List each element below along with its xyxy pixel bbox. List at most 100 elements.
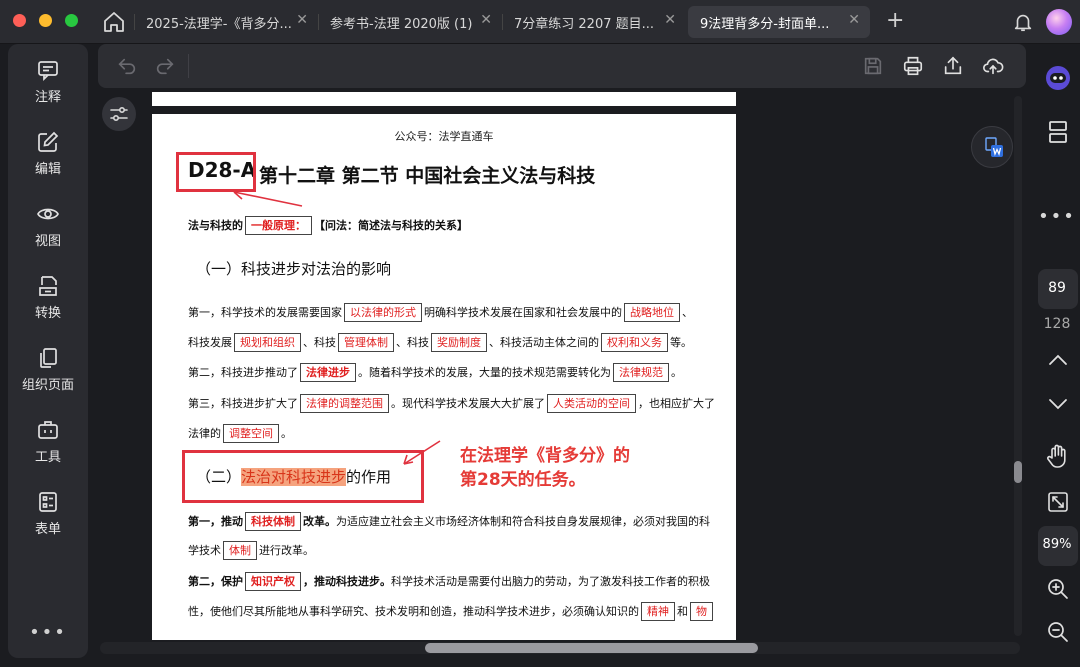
horizontal-scroll-thumb[interactable] [425, 643, 758, 653]
more-options-button[interactable]: ••• [1034, 206, 1080, 227]
keyword: 人类活动的空间 [547, 394, 636, 413]
arrow-annotation-icon [233, 189, 303, 207]
sidebar-item-organize-pages[interactable]: 组织页面 [8, 346, 88, 393]
keyword: 科技体制 [245, 512, 301, 531]
text: 进行改革。 [259, 544, 314, 557]
text: 。现代科学技术发展大大扩展了 [391, 397, 545, 410]
ai-assistant-button[interactable] [1038, 58, 1078, 98]
text: 科学技术活动是需要付出脑力的劳动，为了激发科技工作者的积极 [391, 575, 710, 588]
text: 、科技 [396, 336, 429, 349]
text: 第一，科学技术的发展需要国家 [188, 306, 342, 319]
more-options-button[interactable]: ••• [8, 622, 88, 643]
text: ，推动科技进步。 [303, 575, 391, 588]
tab-close-icon[interactable]: ✕ [480, 12, 492, 28]
maximize-window-button[interactable] [65, 14, 78, 27]
keyword: 奖励制度 [431, 333, 487, 352]
vertical-scroll-thumb[interactable] [1014, 461, 1022, 483]
close-window-button[interactable] [13, 14, 26, 27]
tab-label: 参考书-法理 2020版 (1) [330, 16, 473, 32]
keyword: 知识产权 [245, 572, 301, 591]
new-tab-button[interactable]: + [886, 9, 904, 33]
arrow-annotation-icon [403, 440, 441, 465]
view-settings-button[interactable] [102, 97, 136, 131]
tab-label: 9法理背多分-封面单... [700, 16, 830, 32]
tab-close-icon[interactable]: ✕ [296, 12, 308, 28]
layout-icon [1049, 121, 1067, 143]
avatar[interactable] [1046, 9, 1072, 35]
edit-icon [38, 131, 59, 152]
keyword: 管理体制 [338, 333, 394, 352]
convert-to-word-button[interactable] [971, 126, 1013, 168]
tab-1[interactable]: 2025-法理学-《背多分... ✕ [134, 6, 318, 38]
paragraph-line: 第二，科技进步推动了 法律进步 。随着科学技术的发展，大量的技术规范需要转化为 法律规… [188, 363, 682, 382]
robot-icon [1046, 66, 1070, 90]
sidebar-item-view[interactable]: 视图 [8, 202, 88, 249]
keyword: 法律规范 [613, 363, 669, 382]
tab-2[interactable]: 参考书-法理 2020版 (1) ✕ [318, 6, 502, 38]
text: 。 [281, 427, 292, 440]
tools-icon [38, 421, 58, 439]
note-line: 第28天的任务。 [460, 470, 586, 490]
text: ，也相应扩大了 [638, 397, 715, 410]
thumbnail-panel-button[interactable] [1038, 112, 1078, 152]
text: 和 [677, 605, 688, 618]
text: 、科技活动主体之间的 [489, 336, 599, 349]
sidebar-item-label: 组织页面 [21, 378, 74, 393]
keyword: 一般原理： [245, 216, 312, 235]
sidebar-item-edit[interactable]: 编辑 [8, 130, 88, 177]
paragraph-line: 性，使他们尽其所能地从事科学研究、技术发明和创造，推动科学技术进步，必须确认知识… [188, 602, 715, 621]
save-icon[interactable] [862, 55, 884, 77]
tab-close-icon[interactable]: ✕ [848, 12, 860, 28]
undo-icon[interactable] [116, 55, 138, 77]
text: 等。 [670, 336, 692, 349]
chapter-title: 第十二章 第二节 中国社会主义法与科技 [259, 165, 596, 187]
bell-icon[interactable] [1012, 11, 1034, 33]
sidebar-item-form[interactable]: 表单 [8, 490, 88, 537]
chevron-up-icon[interactable] [1038, 340, 1078, 380]
keyword: 精神 [641, 602, 675, 621]
tab-label: 2025-法理学-《背多分... [146, 16, 292, 32]
tab-close-icon[interactable]: ✕ [664, 12, 676, 28]
text: 改革。 [303, 515, 336, 528]
text: 法与科技的 [188, 219, 243, 232]
keyword: 物 [690, 602, 713, 621]
view-icon [37, 208, 59, 220]
sidebar-item-label: 编辑 [34, 162, 61, 177]
vertical-scrollbar[interactable] [1014, 96, 1022, 636]
paragraph-line: 第二，保护 知识产权 ，推动科技进步。科学技术活动是需要付出脑力的劳动，为了激发科技… [188, 572, 710, 591]
section-heading-1: （一）科技进步对法治的影响 [196, 260, 392, 278]
fit-page-icon[interactable] [1038, 482, 1078, 522]
keyword: 法律进步 [300, 363, 356, 382]
sidebar-item-label: 转换 [34, 306, 61, 321]
sidebar-item-convert[interactable]: 转换 [8, 274, 88, 321]
right-sidebar: ••• 89 128 89% [1034, 44, 1080, 667]
text: 第二，保护 [188, 575, 243, 588]
convert-icon [39, 276, 57, 296]
paragraph-line: 法律的 调整空间。 [188, 424, 292, 443]
share-icon[interactable] [942, 55, 964, 77]
zoom-level[interactable]: 89% [1034, 537, 1080, 552]
organize-pages-icon [40, 348, 57, 368]
hand-tool-icon[interactable] [1038, 436, 1078, 476]
cloud-upload-icon[interactable] [982, 55, 1004, 77]
zoom-in-icon[interactable] [1038, 569, 1078, 609]
text: 第一，推动 [188, 515, 243, 528]
home-icon[interactable] [102, 10, 126, 34]
paragraph-line: 科技发展 规划和组织 、科技 管理体制 、科技 奖励制度 、科技活动主体之间的 权利和义务 等。 [188, 333, 692, 352]
sidebar-item-annotate[interactable]: 注释 [8, 58, 88, 105]
sidebar-item-tools[interactable]: 工具 [8, 418, 88, 465]
text: 【问法：简述法与科技的关系】 [314, 219, 468, 232]
keyword: 战略地位 [624, 303, 680, 322]
text: 。随着科学技术的发展，大量的技术规范需要转化为 [358, 366, 611, 379]
current-page-number[interactable]: 89 [1034, 280, 1080, 296]
page-header-note: 公众号：法学直通车 [394, 130, 494, 143]
zoom-out-icon[interactable] [1038, 612, 1078, 652]
minimize-window-button[interactable] [39, 14, 52, 27]
keyword: 规划和组织 [234, 333, 301, 352]
redo-icon[interactable] [154, 55, 176, 77]
tab-3[interactable]: 7分章练习 2207 题目... ✕ [502, 6, 686, 38]
tab-4-active[interactable]: 9法理背多分-封面单... ✕ [688, 6, 870, 38]
chevron-down-icon[interactable] [1038, 384, 1078, 424]
print-icon[interactable] [902, 55, 924, 77]
keyword: 权利和义务 [601, 333, 668, 352]
